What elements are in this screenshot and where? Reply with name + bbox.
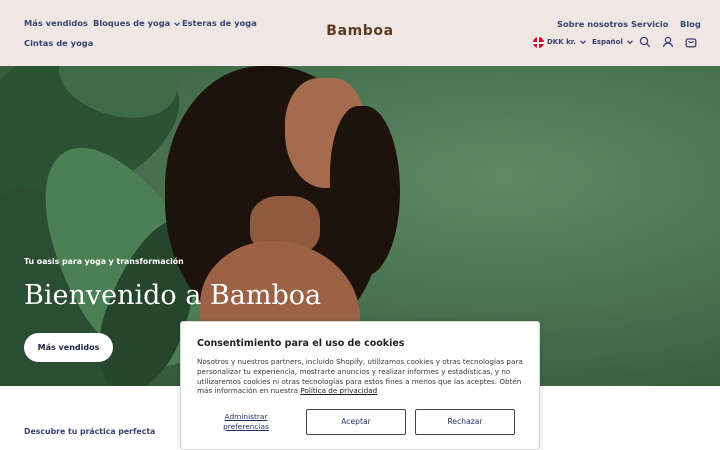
cookie-body: Nosotros y nuestros partners, incluido S… <box>197 357 527 396</box>
currency-label: DKK kr. <box>547 38 576 46</box>
denmark-flag-icon <box>533 37 544 48</box>
cart-icon[interactable] <box>685 36 697 48</box>
language-label: Español <box>592 38 623 46</box>
cookie-consent-dialog: Consentimiento para el uso de cookies No… <box>180 321 540 450</box>
nav-service[interactable]: Servicio <box>631 19 668 29</box>
chevron-down-icon <box>626 40 633 45</box>
account-icon[interactable] <box>662 36 674 48</box>
currency-selector[interactable]: DKK kr. <box>547 38 587 46</box>
accept-button[interactable]: Aceptar <box>306 409 406 435</box>
hero-tagline: Tu oasis para yoga y transformación <box>24 257 184 266</box>
language-selector[interactable]: Español <box>592 38 634 46</box>
chevron-down-icon <box>579 40 586 45</box>
section-subtitle: Descubre tu práctica perfecta <box>24 427 156 436</box>
search-icon[interactable] <box>639 36 651 48</box>
hero-title: Bienvenido a Bamboa <box>24 280 322 311</box>
best-sellers-button[interactable]: Más vendidos <box>24 333 113 362</box>
nav-about-us[interactable]: Sobre nosotros <box>557 19 628 29</box>
site-header: Más vendidos Bloques de yoga Esteras de … <box>0 0 720 66</box>
reject-button[interactable]: Rechazar <box>415 409 515 435</box>
cookie-title: Consentimiento para el uso de cookies <box>197 338 405 349</box>
nav-blog[interactable]: Blog <box>680 19 701 29</box>
nav-yoga-straps[interactable]: Cintas de yoga <box>24 38 93 48</box>
privacy-policy-link[interactable]: Política de privacidad <box>300 386 377 395</box>
manage-preferences-button[interactable]: Administrar preferencias <box>209 412 283 431</box>
